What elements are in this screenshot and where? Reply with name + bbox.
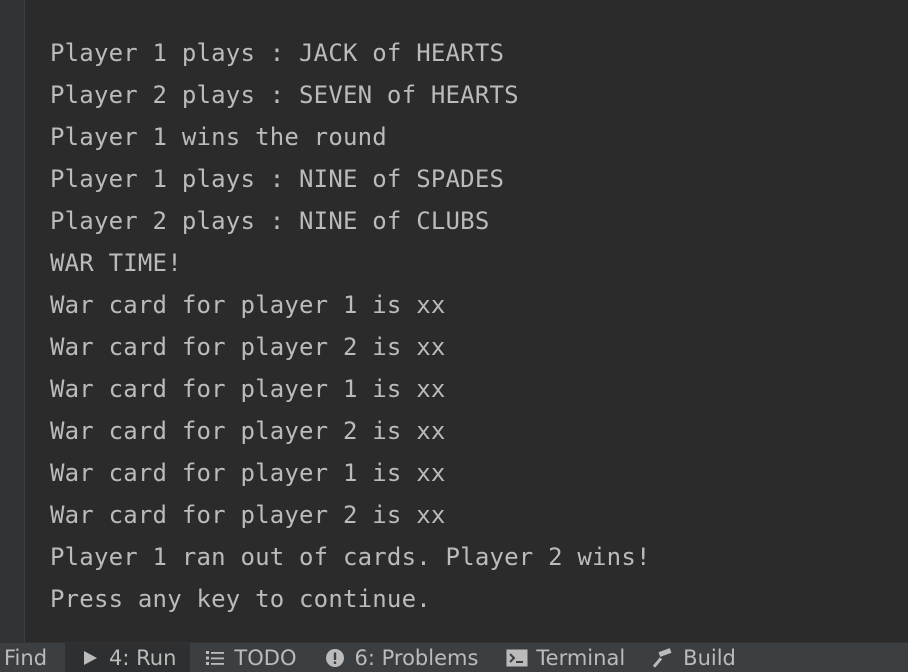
console-line: Player 2 plays : SEVEN of HEARTS [50,81,519,109]
console-line: War card for player 2 is xx [50,417,446,445]
console-line: Player 1 ran out of cards. Player 2 wins… [50,543,651,571]
console-line: Player 2 plays : NINE of CLUBS [50,207,490,235]
tool-problems-label: 6: Problems [354,646,479,670]
console-line: War card for player 1 is xx [50,459,446,487]
console-line: Player 1 wins the round [50,123,387,151]
tool-run[interactable]: 4: Run [65,643,191,672]
tool-find[interactable]: Find [0,643,65,672]
problems-warning-icon [324,647,346,669]
bottom-tool-window-bar: Find 4: Run TODO 6: Problems Terminal Bu… [0,642,908,672]
console-line: War card for player 2 is xx [50,501,446,529]
console-line: War card for player 1 is xx [50,291,446,319]
tool-todo[interactable]: TODO [190,643,310,672]
tool-run-label: 4: Run [109,646,177,670]
console-line: Player 1 plays : JACK of HEARTS [50,39,505,67]
console-gutter [0,0,25,642]
tool-find-label: Find [4,646,48,670]
tool-terminal-label: Terminal [536,646,626,670]
console-line: WAR TIME! [50,249,182,277]
tool-build-label: Build [683,646,736,670]
tool-problems[interactable]: 6: Problems [310,643,492,672]
tool-todo-label: TODO [234,646,297,670]
tool-terminal[interactable]: Terminal [492,643,639,672]
console-line: Player 1 plays : NINE of SPADES [50,165,505,193]
console-line-partial [50,0,908,32]
terminal-icon [506,647,528,669]
console-line: Press any key to continue. [50,585,431,613]
console-line: War card for player 1 is xx [50,375,446,403]
run-console-output[interactable]: Player 1 plays : JACK of HEARTS Player 2… [50,0,908,642]
hammer-icon [653,647,675,669]
tool-build[interactable]: Build [639,643,750,672]
run-icon [79,647,101,669]
todo-list-icon [204,647,226,669]
console-line: War card for player 2 is xx [50,333,446,361]
ide-window: Player 1 plays : JACK of HEARTS Player 2… [0,0,908,672]
